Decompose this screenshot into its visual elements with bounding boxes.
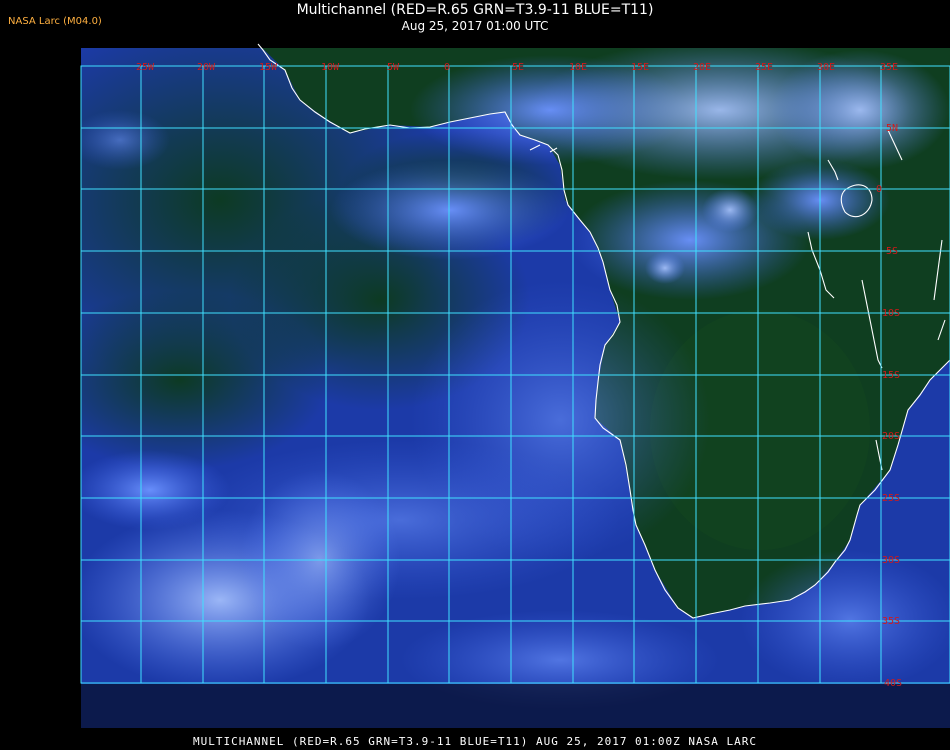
lon-label: 25W bbox=[136, 62, 155, 73]
satellite-map: 25W 20W 15W 10W 5W 0 5E 10E 15E 20E 25E … bbox=[80, 43, 950, 728]
lat-label: 10S bbox=[882, 308, 900, 319]
lon-label: 10E bbox=[569, 62, 587, 73]
image-caption: MULTICHANNEL (RED=R.65 GRN=T3.9-11 BLUE=… bbox=[192, 735, 758, 748]
lon-label: 10W bbox=[321, 62, 340, 73]
lat-label: 40S bbox=[884, 678, 902, 689]
lat-label: 0 bbox=[876, 184, 882, 195]
lon-label: 15E bbox=[631, 62, 649, 73]
lon-label: 25E bbox=[755, 62, 773, 73]
imagery-layer bbox=[81, 48, 950, 728]
lon-label: 20W bbox=[197, 62, 216, 73]
lon-label: 0 bbox=[444, 62, 450, 73]
lon-label: 20E bbox=[693, 62, 711, 73]
lat-label: 20S bbox=[882, 431, 900, 442]
lon-label: 5E bbox=[512, 62, 524, 73]
lon-label: 15W bbox=[259, 62, 278, 73]
lon-label: 30E bbox=[817, 62, 835, 73]
lat-label: 25S bbox=[882, 493, 900, 504]
lat-label: 35S bbox=[882, 616, 900, 627]
lat-label: 15S bbox=[882, 370, 900, 381]
lon-label: 5W bbox=[387, 62, 400, 73]
lat-label: 5S bbox=[886, 246, 898, 257]
lon-label: 35E bbox=[880, 62, 898, 73]
lat-label: 5N bbox=[886, 123, 898, 134]
lat-label: 30S bbox=[882, 555, 900, 566]
